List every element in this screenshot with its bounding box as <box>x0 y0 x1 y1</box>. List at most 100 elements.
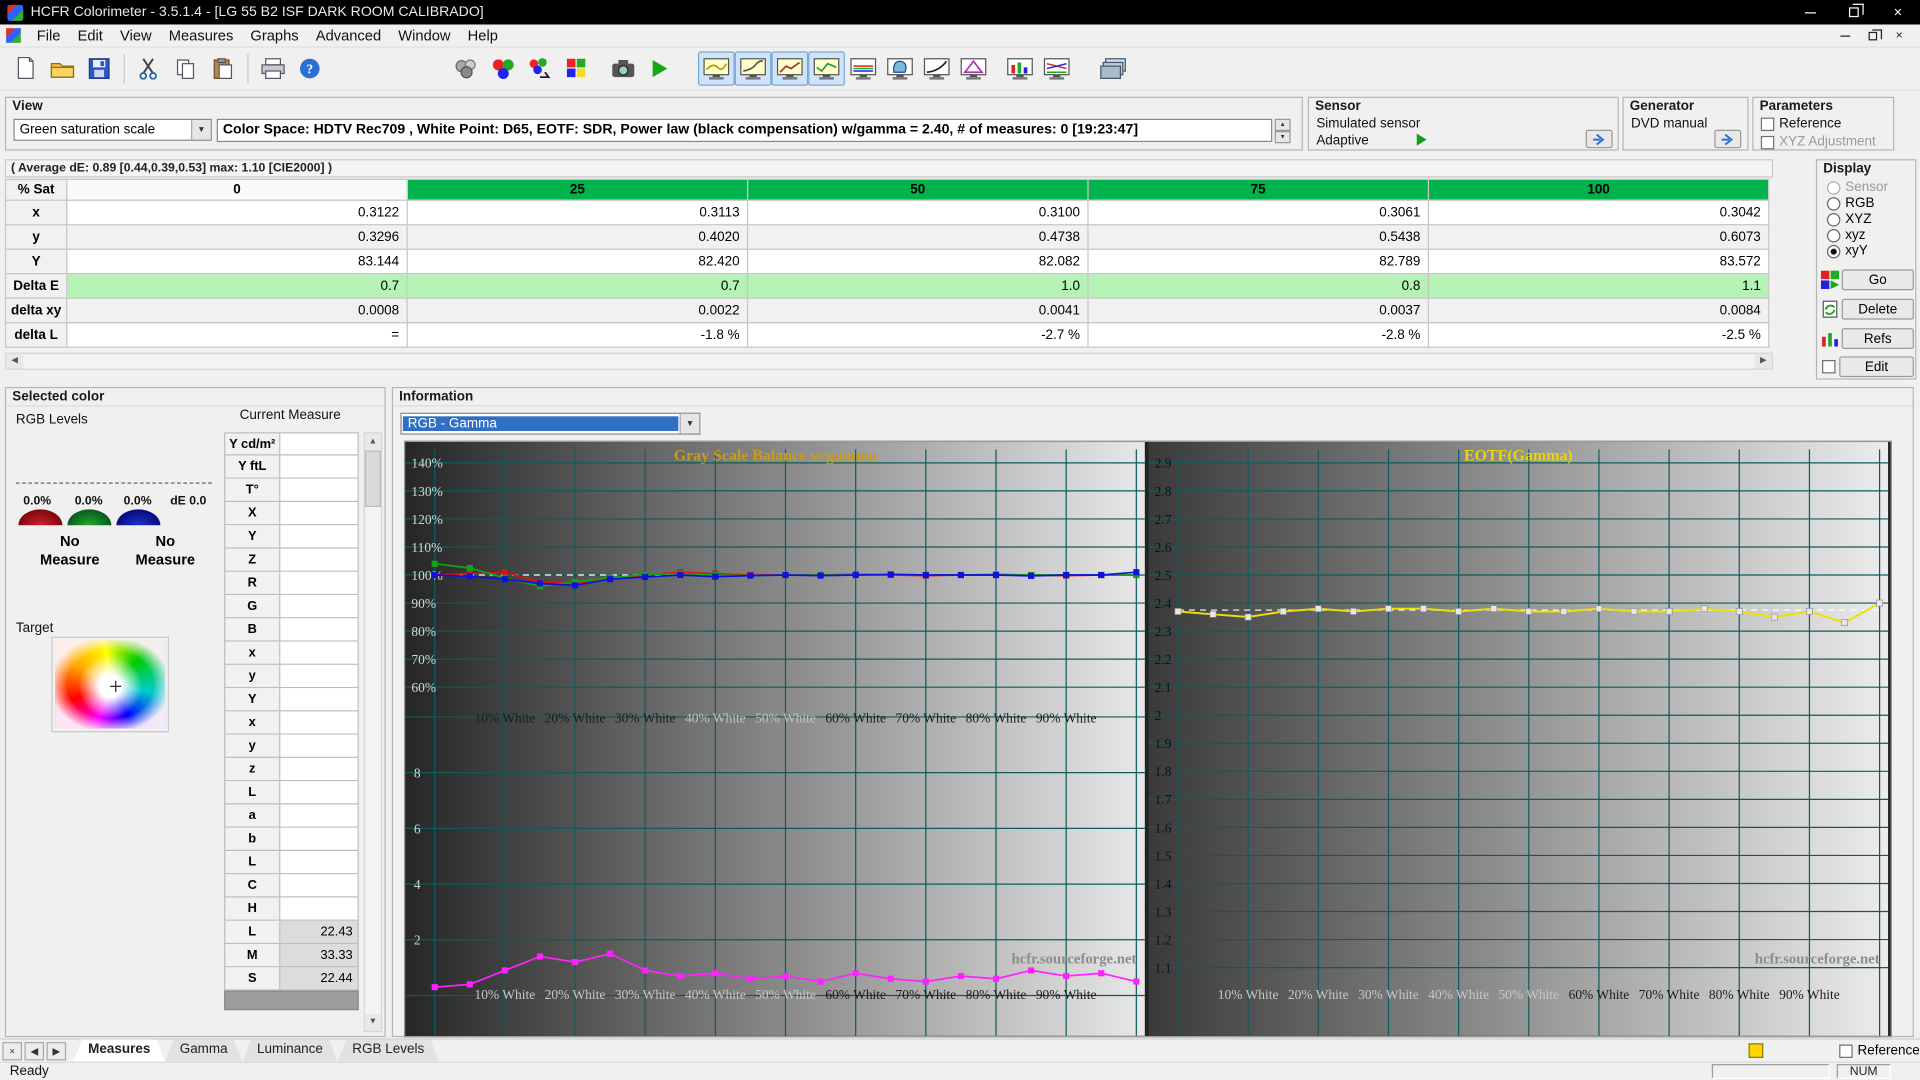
graph-type-select[interactable]: RGB - Gamma ▼ <box>400 412 701 435</box>
table-cell[interactable]: 83.572 <box>1427 248 1770 275</box>
notes-icon[interactable] <box>1748 1043 1764 1058</box>
scroll-right-icon[interactable]: ▶ <box>1754 353 1772 369</box>
tab-rgb-levels[interactable]: RGB Levels <box>338 1039 439 1062</box>
menu-file[interactable]: File <box>28 24 69 46</box>
close-button[interactable]: × <box>1876 0 1920 24</box>
refs-button[interactable]: Refs <box>1841 328 1914 349</box>
reference-checkbox[interactable] <box>1760 116 1775 131</box>
table-cell[interactable]: 0.3113 <box>406 199 749 226</box>
chevron-down-icon[interactable]: ▼ <box>679 413 700 434</box>
chart-nearwhite-button[interactable] <box>808 51 845 86</box>
scroll-left-icon[interactable]: ◀ <box>6 353 24 369</box>
chart-measures-button[interactable] <box>1038 51 1075 85</box>
open-button[interactable] <box>44 51 81 85</box>
table-cell[interactable]: 0.4020 <box>406 224 749 250</box>
menu-advanced[interactable]: Advanced <box>307 24 390 46</box>
table-cell[interactable]: 0.7 <box>66 273 408 299</box>
minimize-button[interactable] <box>1788 0 1832 24</box>
column-header[interactable]: 25 <box>406 178 749 201</box>
table-cell[interactable]: 0.3296 <box>66 224 408 250</box>
table-cell[interactable]: 0.3042 <box>1427 199 1770 226</box>
table-cell[interactable]: 0.0037 <box>1087 297 1429 324</box>
reference-checkbox-row[interactable]: Reference <box>1760 116 1841 131</box>
menu-edit[interactable]: Edit <box>69 24 111 46</box>
table-cell[interactable]: 0.7 <box>406 273 749 299</box>
chart-rgb-levels-button[interactable] <box>845 51 882 85</box>
table-cell[interactable]: 0.0084 <box>1427 297 1770 324</box>
sensor-config-button[interactable] <box>448 51 485 85</box>
capture-button[interactable] <box>605 51 642 85</box>
table-cell[interactable]: -1.8 % <box>406 322 749 348</box>
print-button[interactable] <box>255 51 292 85</box>
mdi-minimize-button[interactable] <box>1832 26 1859 44</box>
menu-window[interactable]: Window <box>390 24 459 46</box>
tab-prev-button[interactable]: ◀ <box>24 1041 45 1060</box>
table-cell[interactable]: 1.0 <box>746 273 1089 299</box>
sensor-config-open-button[interactable] <box>1585 129 1613 149</box>
column-header[interactable]: 75 <box>1087 178 1429 201</box>
generator-config-open-button[interactable] <box>1714 129 1742 149</box>
table-cell[interactable]: 0.3061 <box>1087 199 1429 226</box>
chart-histogram-button[interactable] <box>1002 51 1039 85</box>
current-measure-scrollbar[interactable]: ▲ ▼ <box>363 432 383 1033</box>
reference-bottom-checkbox[interactable] <box>1839 1043 1853 1058</box>
menu-measures[interactable]: Measures <box>160 24 242 46</box>
radio-xyy[interactable]: xyY <box>1826 244 1868 258</box>
chart-cie-button[interactable] <box>882 51 919 85</box>
column-header[interactable]: 50 <box>746 178 1089 201</box>
rgb-measure-button[interactable] <box>485 51 522 85</box>
radio-xyz-lower[interactable]: xyz <box>1826 228 1866 242</box>
tab-measures[interactable]: Measures <box>73 1039 165 1062</box>
column-header[interactable]: 0 <box>66 178 408 201</box>
save-button[interactable] <box>81 51 118 85</box>
new-document-button[interactable] <box>7 51 44 85</box>
delete-button[interactable]: Delete <box>1841 298 1914 320</box>
color-measure-button[interactable] <box>522 51 559 85</box>
table-cell[interactable]: = <box>66 322 408 348</box>
radio-xyy-icon[interactable] <box>1826 244 1841 258</box>
restore-button[interactable] <box>1832 0 1876 24</box>
radio-xyz-lower-icon[interactable] <box>1826 228 1841 242</box>
scroll-up-icon[interactable]: ▲ <box>364 433 381 451</box>
menu-graphs[interactable]: Graphs <box>242 24 307 46</box>
edit-button[interactable]: Edit <box>1839 356 1914 378</box>
table-cell[interactable]: 82.420 <box>406 248 749 275</box>
tab-luminance[interactable]: Luminance <box>242 1039 337 1062</box>
column-header[interactable]: 100 <box>1427 178 1770 201</box>
table-cell[interactable]: 0.3122 <box>66 199 408 226</box>
mdi-close-button[interactable]: × <box>1886 26 1913 44</box>
table-cell[interactable]: 0.6073 <box>1427 224 1770 250</box>
palette-button[interactable] <box>558 51 595 85</box>
edit-checkbox[interactable] <box>1822 360 1836 374</box>
radio-rgb[interactable]: RGB <box>1826 196 1875 211</box>
cut-button[interactable] <box>131 51 168 85</box>
table-cell[interactable]: 82.082 <box>746 248 1089 275</box>
table-cell[interactable]: 0.4738 <box>746 224 1089 250</box>
mdi-restore-button[interactable] <box>1859 26 1886 44</box>
tab-close-button[interactable]: × <box>2 1041 23 1060</box>
reference-bottom-row[interactable]: Reference <box>1839 1043 1920 1058</box>
radio-rgb-icon[interactable] <box>1826 196 1841 211</box>
table-cell[interactable]: 0.3100 <box>746 199 1089 226</box>
chevron-down-icon[interactable]: ▼ <box>191 120 211 140</box>
tab-next-button[interactable]: ▶ <box>46 1041 67 1060</box>
chart-nearblack-button[interactable] <box>771 51 809 86</box>
table-cell[interactable]: -2.5 % <box>1427 322 1770 348</box>
chart-gamma-button[interactable] <box>734 51 772 86</box>
go-button[interactable]: Go <box>1841 269 1914 291</box>
radio-xyz-upper-icon[interactable] <box>1826 212 1841 226</box>
copy-button[interactable] <box>168 51 205 85</box>
table-horizontal-scrollbar[interactable]: ◀ ▶ <box>4 352 1774 370</box>
scrollbar-thumb[interactable] <box>364 450 381 507</box>
chart-gamut-button[interactable] <box>955 51 992 85</box>
free-measures-button[interactable] <box>1095 51 1132 85</box>
tab-gamma[interactable]: Gamma <box>165 1039 242 1062</box>
radio-xyz-upper[interactable]: XYZ <box>1826 212 1872 227</box>
scale-select[interactable]: Green saturation scale ▼ <box>13 118 212 141</box>
table-cell[interactable]: 0.5438 <box>1087 224 1429 250</box>
table-cell[interactable]: 83.144 <box>66 248 408 275</box>
table-cell[interactable]: -2.7 % <box>746 322 1089 348</box>
table-cell[interactable]: 0.0022 <box>406 297 749 324</box>
paste-button[interactable] <box>204 51 241 85</box>
scroll-down-icon[interactable]: ▼ <box>364 1013 381 1032</box>
